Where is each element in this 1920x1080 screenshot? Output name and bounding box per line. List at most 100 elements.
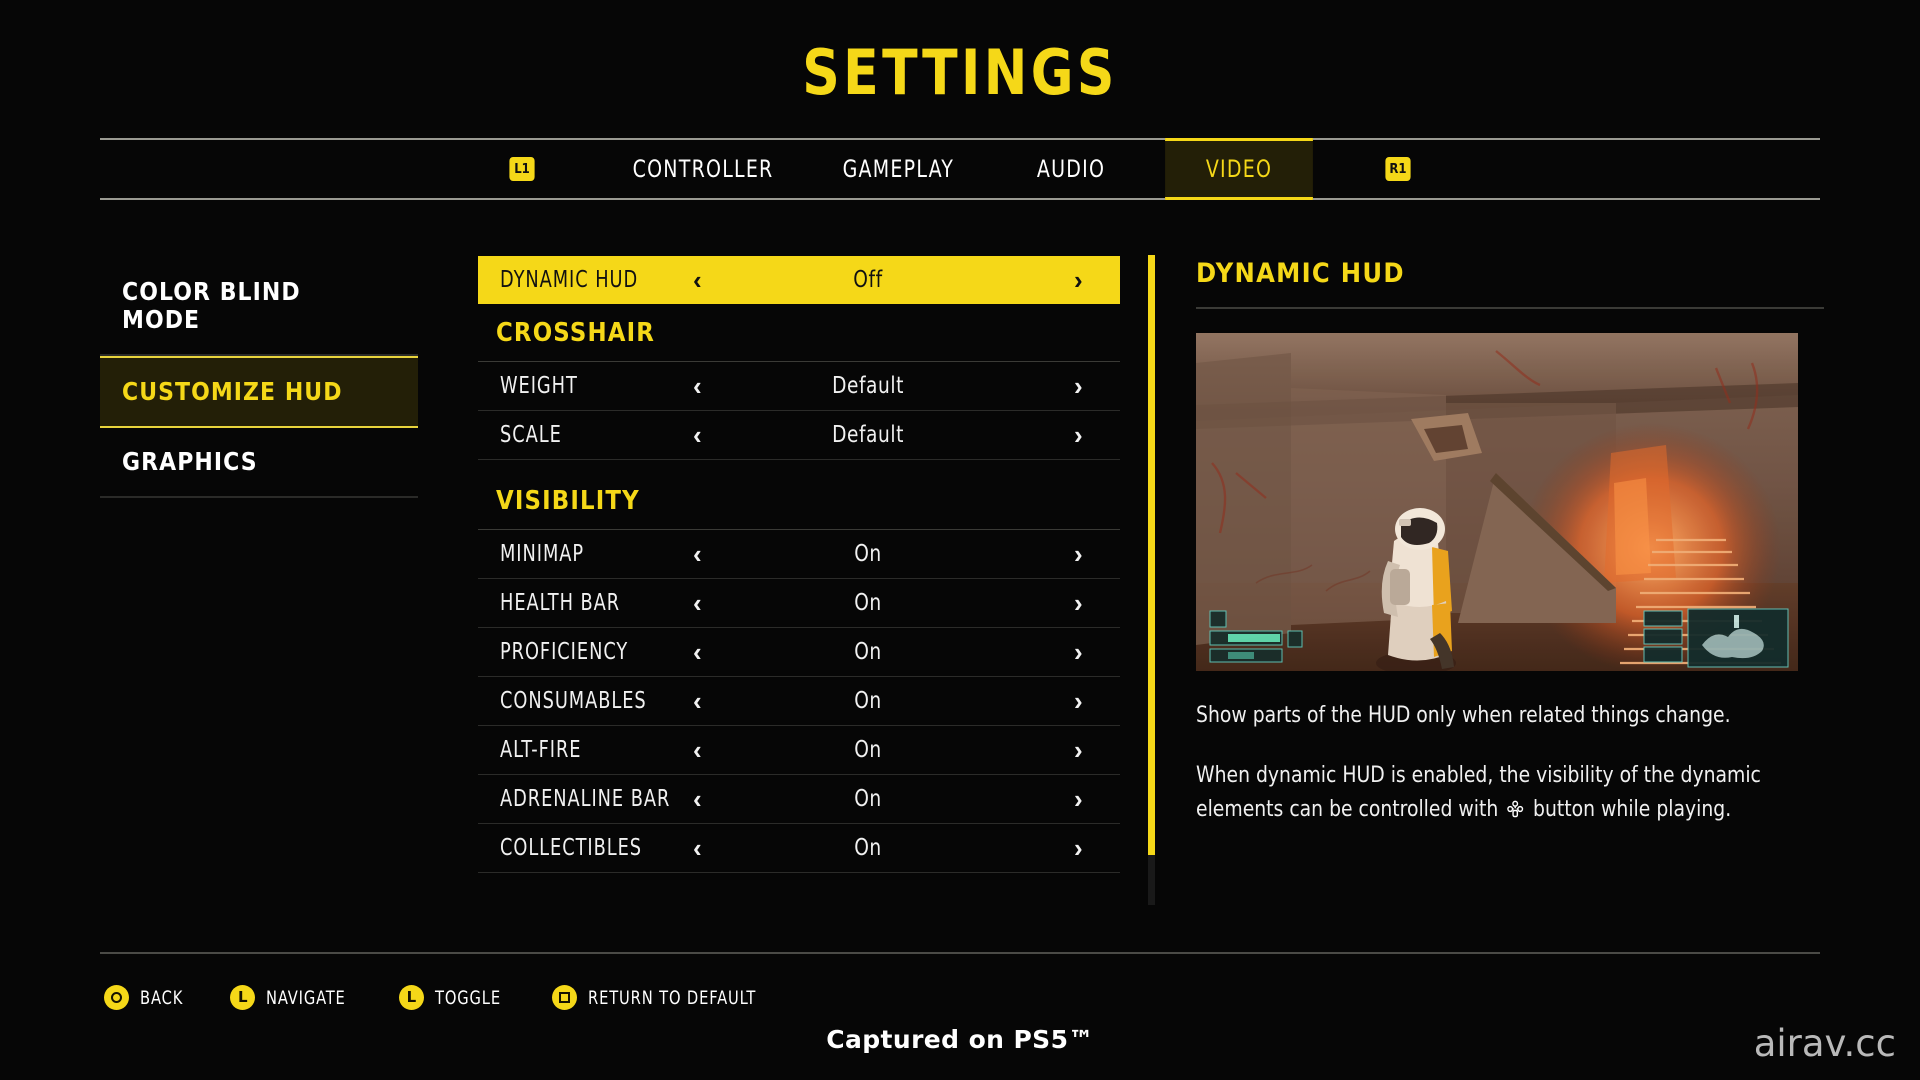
page-title: SETTINGS (802, 36, 1118, 109)
chevron-left-icon[interactable]: ‹ (693, 373, 702, 399)
option-label: PROFICIENCY (500, 639, 629, 665)
chevron-right-icon[interactable]: › (1074, 422, 1083, 448)
options-list: DYNAMIC HUD ‹ Off › CROSSHAIR WEIGHT ‹ D… (478, 256, 1120, 873)
hint-toggle[interactable]: L TOGGLE (398, 985, 512, 1010)
option-value: On (854, 688, 882, 714)
section-heading-label: CROSSHAIR (496, 317, 656, 348)
option-row-scale[interactable]: SCALE ‹ Default › (478, 411, 1120, 460)
option-value: Default (832, 422, 904, 448)
option-row-alt-fire[interactable]: ALT-FIRE ‹ On › (478, 726, 1120, 775)
option-row-weight[interactable]: WEIGHT ‹ Default › (478, 362, 1120, 411)
chevron-right-icon[interactable]: › (1074, 541, 1083, 567)
hint-back[interactable]: BACK (104, 985, 190, 1010)
option-value: On (854, 835, 882, 861)
chevron-right-icon[interactable]: › (1074, 590, 1083, 616)
hint-label: NAVIGATE (266, 986, 346, 1009)
option-value: On (854, 590, 882, 616)
dpad-icon (1507, 800, 1524, 818)
chevron-left-icon[interactable]: ‹ (693, 422, 702, 448)
option-label: SCALE (500, 422, 562, 448)
option-row-adrenaline-bar[interactable]: ADRENALINE BAR ‹ On › (478, 775, 1120, 824)
sidebar-item-label: GRAPHICS (122, 447, 258, 476)
footer-hints: BACK L NAVIGATE L TOGGLE RETURN TO DEFAU… (104, 985, 783, 1010)
right-bumper-hint: R1 (1323, 157, 1473, 181)
option-row-health-bar[interactable]: HEALTH BAR ‹ On › (478, 579, 1120, 628)
option-label: ADRENALINE BAR (500, 786, 671, 812)
option-row-minimap[interactable]: MINIMAP ‹ On › (478, 530, 1120, 579)
detail-paragraph-1: Show parts of the HUD only when related … (1196, 703, 1731, 728)
chevron-right-icon[interactable]: › (1074, 737, 1083, 763)
chevron-left-icon[interactable]: ‹ (693, 267, 702, 293)
sidebar-item-customize-hud[interactable]: CUSTOMIZE HUD (100, 356, 418, 428)
detail-paragraph-2-after: button while playing. (1533, 797, 1732, 822)
option-label: ALT-FIRE (500, 737, 582, 763)
option-row-collectibles[interactable]: COLLECTIBLES ‹ On › (478, 824, 1120, 873)
preview-artwork (1196, 333, 1798, 671)
option-value: Default (832, 373, 904, 399)
detail-heading: DYNAMIC HUD (1196, 258, 1824, 309)
tab-video[interactable]: VIDEO (1165, 138, 1314, 200)
chevron-left-icon[interactable]: ‹ (693, 590, 702, 616)
option-value: Off (853, 267, 883, 293)
sidebar-item-graphics[interactable]: GRAPHICS (100, 428, 418, 498)
chevron-left-icon[interactable]: ‹ (693, 541, 702, 567)
detail-heading-label: DYNAMIC HUD (1196, 258, 1405, 289)
chevron-left-icon[interactable]: ‹ (693, 786, 702, 812)
detail-panel: DYNAMIC HUD Show parts of the HUD only w… (1196, 258, 1824, 827)
tab-bar: L1 CONTROLLER GAMEPLAY AUDIO VIDEO R1 (100, 138, 1820, 200)
left-stick-icon: L (230, 985, 256, 1010)
chevron-right-icon[interactable]: › (1074, 373, 1083, 399)
section-heading-crosshair: CROSSHAIR (478, 304, 1120, 362)
section-heading-visibility: VISIBILITY (478, 472, 1120, 530)
option-value: On (854, 639, 882, 665)
option-value: On (854, 541, 882, 567)
option-label: CONSUMABLES (500, 688, 647, 714)
sidebar-item-label: CUSTOMIZE HUD (122, 377, 343, 406)
option-label: WEIGHT (500, 373, 578, 399)
chevron-left-icon[interactable]: ‹ (693, 688, 702, 714)
l1-bumper-icon: L1 (509, 157, 535, 181)
detail-paragraph-2: When dynamic HUD is enabled, the visibil… (1196, 759, 1823, 827)
hint-label: TOGGLE (434, 986, 501, 1009)
option-value: On (854, 737, 882, 763)
option-label: HEALTH BAR (500, 590, 621, 616)
hint-navigate[interactable]: L NAVIGATE (230, 985, 359, 1010)
option-label: COLLECTIBLES (500, 835, 643, 861)
chevron-left-icon[interactable]: ‹ (693, 835, 702, 861)
hint-label: BACK (140, 986, 184, 1009)
tab-controller[interactable]: CONTROLLER (609, 138, 796, 200)
chevron-right-icon[interactable]: › (1074, 639, 1083, 665)
detail-description: Show parts of the HUD only when related … (1196, 699, 1823, 827)
sidebar-item-label: COLOR BLIND MODE (122, 277, 301, 334)
option-value: On (854, 786, 882, 812)
scrollbar-thumb[interactable] (1148, 255, 1155, 855)
option-row-consumables[interactable]: CONSUMABLES ‹ On › (478, 677, 1120, 726)
option-label: MINIMAP (500, 541, 585, 567)
chevron-left-icon[interactable]: ‹ (693, 639, 702, 665)
chevron-right-icon[interactable]: › (1074, 835, 1083, 861)
tab-gameplay[interactable]: GAMEPLAY (819, 138, 976, 200)
chevron-left-icon[interactable]: ‹ (693, 737, 702, 763)
option-label: DYNAMIC HUD (500, 267, 639, 293)
footer-divider (100, 952, 1820, 954)
circle-button-icon (104, 985, 129, 1010)
watermark: airav.cc (1753, 1022, 1896, 1065)
tab-audio[interactable]: AUDIO (997, 138, 1145, 200)
sidebar-item-color-blind-mode[interactable]: COLOR BLIND MODE (100, 258, 418, 356)
square-button-icon (551, 985, 577, 1010)
chevron-right-icon[interactable]: › (1074, 688, 1083, 714)
settings-screen: SETTINGS L1 CONTROLLER GAMEPLAY AUDIO VI… (0, 0, 1920, 1080)
option-row-dynamic-hud[interactable]: DYNAMIC HUD ‹ Off › (478, 256, 1120, 304)
preview-image (1196, 333, 1798, 671)
left-stick-icon: L (398, 985, 424, 1010)
hint-label: RETURN TO DEFAULT (587, 986, 756, 1009)
options-scrollbar[interactable] (1148, 255, 1155, 905)
chevron-right-icon[interactable]: › (1074, 267, 1083, 293)
hint-return-to-default[interactable]: RETURN TO DEFAULT (551, 985, 784, 1010)
left-bumper-hint: L1 (447, 157, 597, 181)
option-row-proficiency[interactable]: PROFICIENCY ‹ On › (478, 628, 1120, 677)
sidebar: COLOR BLIND MODE CUSTOMIZE HUD GRAPHICS (100, 258, 418, 498)
chevron-right-icon[interactable]: › (1074, 786, 1083, 812)
captured-note: Captured on PS5™ (826, 1025, 1094, 1054)
